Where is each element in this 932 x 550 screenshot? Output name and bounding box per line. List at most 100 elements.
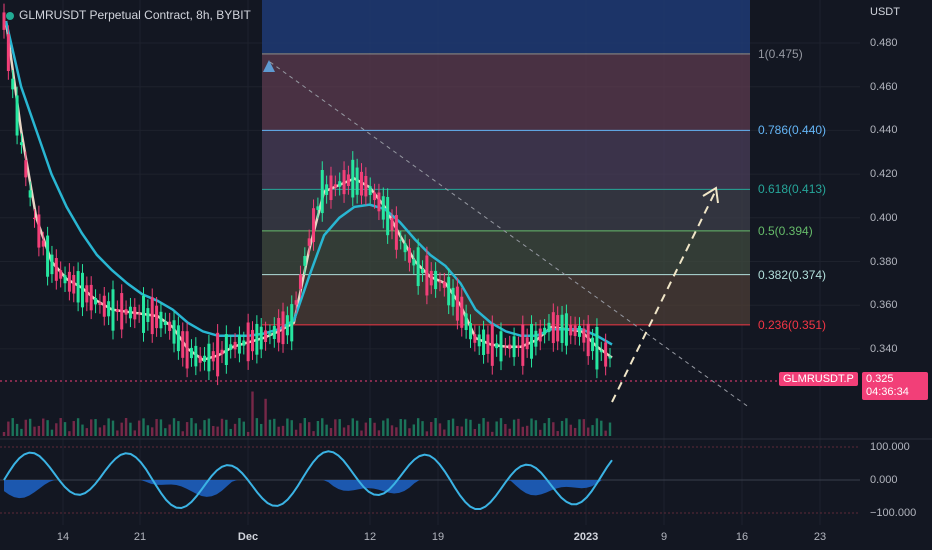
volume-bar — [399, 419, 402, 436]
volume-bar — [55, 423, 58, 436]
volume-bar — [408, 428, 411, 436]
volume-bar — [120, 422, 123, 436]
candle-body — [416, 247, 420, 287]
volume-bar — [24, 419, 27, 436]
candle-body — [351, 159, 355, 198]
candle-body — [128, 306, 132, 319]
candle-body — [386, 196, 390, 236]
candle-body — [172, 320, 176, 344]
price-tick-label: 0.440 — [870, 124, 898, 137]
volume-bar — [85, 428, 89, 436]
volume-bar — [329, 428, 333, 436]
volume-bar — [430, 422, 433, 436]
volume-bar — [159, 419, 163, 436]
candle-body — [346, 174, 350, 186]
volume-bar — [111, 420, 115, 436]
candle-body — [198, 355, 202, 363]
volume-bar — [181, 431, 184, 436]
volume-bar — [198, 429, 202, 436]
candle-body — [159, 311, 163, 329]
volume-bar — [552, 422, 555, 436]
candle-body — [224, 334, 228, 366]
volume-bar — [142, 418, 145, 436]
volume-bar — [299, 423, 302, 436]
volume-bar — [133, 430, 136, 436]
candle-body — [338, 181, 342, 187]
candle-body — [220, 349, 224, 355]
volume-bar — [7, 421, 10, 436]
candle-body — [381, 196, 385, 220]
candle-body — [460, 296, 464, 328]
candle-body — [146, 308, 150, 322]
volume-bar — [499, 418, 503, 436]
candle-body — [124, 309, 128, 315]
candle-body — [560, 314, 564, 343]
volume-bar — [316, 420, 320, 436]
volume-bar — [46, 420, 49, 436]
volume-bar — [547, 418, 551, 436]
volume-bar — [264, 398, 267, 436]
candle-body — [442, 281, 446, 288]
candle-body — [538, 328, 542, 342]
candle-body — [312, 208, 316, 243]
volume-bar — [185, 422, 189, 436]
volume-bar — [360, 430, 363, 436]
candle-body — [54, 258, 58, 281]
candle-body — [421, 269, 425, 274]
volume-bar — [425, 431, 429, 436]
volume-bar — [525, 425, 529, 436]
volume-bar — [281, 425, 285, 436]
volume-bar — [443, 429, 446, 436]
price-tick-label: 0.340 — [870, 342, 898, 355]
candle-body — [168, 321, 172, 332]
volume-bar — [190, 418, 193, 436]
time-tick-label: 2023 — [573, 531, 599, 543]
candle-body — [486, 334, 490, 354]
last-price-badge: 0.325 04:36:34 — [862, 372, 928, 400]
time-tick-label: 19 — [431, 531, 445, 543]
volume-bar — [15, 423, 19, 436]
candle-body — [438, 281, 442, 283]
osc-tick-label: 0.000 — [870, 474, 898, 486]
fib-zone — [262, 230, 750, 275]
volume-bar — [107, 418, 110, 436]
volume-bar — [395, 427, 398, 436]
candle-body — [521, 324, 525, 366]
candle-body — [185, 331, 189, 369]
volume-bar — [447, 420, 450, 436]
candle-body — [294, 300, 298, 305]
volume-bar — [94, 419, 97, 436]
candle-body — [285, 315, 289, 336]
volume-bar — [373, 422, 376, 436]
candle-body — [434, 270, 438, 290]
fib-zone — [262, 274, 750, 325]
volume-bar — [351, 418, 354, 436]
candle-body — [482, 329, 486, 355]
candle-body — [120, 293, 124, 330]
volume-bar — [325, 424, 328, 436]
candle-body — [595, 326, 599, 370]
volume-bar — [530, 418, 533, 436]
candle-body — [333, 184, 337, 188]
fib-upper-zone — [262, 0, 750, 53]
volume-bar — [321, 418, 324, 436]
candle-body — [142, 295, 146, 333]
candle-body — [50, 254, 54, 275]
chart-header: GLMRUSDT Perpetual Contract, 8h, BYBIT — [6, 8, 251, 22]
candle-body — [59, 270, 63, 279]
candle-body — [569, 324, 573, 336]
volume-bar — [42, 418, 45, 436]
volume-bar — [591, 425, 594, 436]
candle-body — [211, 351, 215, 362]
candle-body — [111, 289, 115, 331]
candle-body — [268, 333, 272, 336]
candle-body — [512, 336, 516, 358]
price-tick-label: 0.380 — [870, 255, 898, 268]
candle-body — [329, 175, 333, 201]
volume-bar — [33, 426, 36, 436]
volume-bar — [478, 423, 481, 436]
volume-bar — [451, 418, 455, 436]
volume-bar — [68, 431, 71, 436]
volume-bar — [600, 420, 603, 436]
volume-bar — [369, 418, 372, 436]
